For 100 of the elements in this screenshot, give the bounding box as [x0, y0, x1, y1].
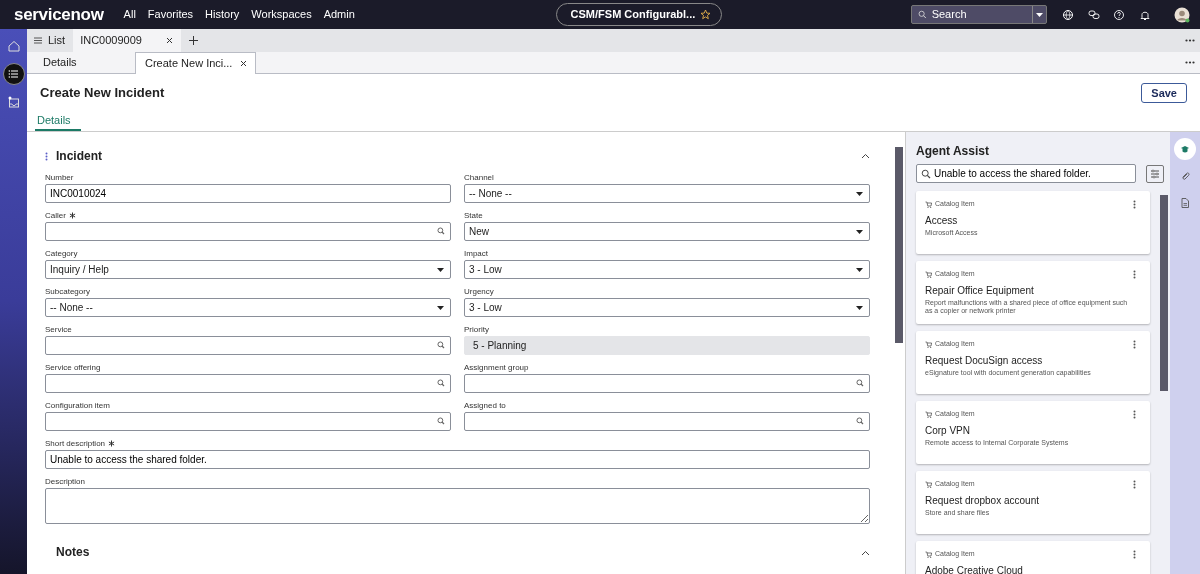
- search-icon: [921, 168, 931, 179]
- result-title: Repair Office Equipment: [925, 283, 1035, 298]
- chat-icon[interactable]: [1087, 8, 1100, 21]
- search-icon: [437, 417, 445, 425]
- input-field[interactable]: Unable to access the shared folder.: [45, 450, 870, 469]
- menu-link[interactable]: Favorites: [147, 6, 194, 23]
- lookup-field[interactable]: [464, 412, 870, 431]
- globe-icon[interactable]: [1062, 8, 1074, 21]
- dropdown-field[interactable]: -- None --: [464, 184, 870, 203]
- cart-icon: [925, 271, 932, 279]
- add-icon[interactable]: [189, 36, 199, 45]
- result-title: Corp VPN: [925, 423, 971, 438]
- record-tab[interactable]: Details: [27, 52, 135, 73]
- result-title: Request dropbox account: [925, 493, 1040, 508]
- menu-link[interactable]: Workspaces: [251, 6, 312, 23]
- field-label: Configuration item: [45, 400, 110, 411]
- dropdown-field[interactable]: -- None --: [45, 298, 451, 317]
- cart-icon: [925, 411, 932, 419]
- close-icon[interactable]: [240, 60, 248, 67]
- field-label: Description: [45, 476, 85, 487]
- text-area[interactable]: [45, 488, 870, 524]
- dropdown-field[interactable]: 3 - Low: [464, 260, 870, 279]
- close-icon[interactable]: [166, 37, 174, 44]
- more-icon[interactable]: [1133, 480, 1137, 490]
- search-input[interactable]: Unable to access the shared folder.: [934, 166, 1131, 182]
- more-icon[interactable]: [1133, 270, 1137, 280]
- lookup-field[interactable]: [464, 374, 870, 393]
- search-icon: [437, 341, 445, 349]
- lookup-field[interactable]: [45, 336, 451, 355]
- lookup-field[interactable]: [45, 412, 451, 431]
- field-label: Service: [45, 324, 72, 335]
- scrollbar-thumb[interactable]: [895, 147, 903, 343]
- save-button[interactable]: Save: [1141, 83, 1187, 103]
- filter-button[interactable]: [1146, 164, 1164, 183]
- star-icon[interactable]: [700, 9, 712, 20]
- record-tab[interactable]: Create New Inci...: [135, 52, 257, 74]
- menu-link[interactable]: History: [205, 6, 240, 23]
- field-label: Priority: [464, 324, 489, 335]
- field-label: Urgency: [464, 286, 494, 297]
- caret-icon: [856, 305, 863, 310]
- search-icon: [918, 9, 927, 20]
- cart-icon: [925, 481, 932, 489]
- inbox-icon: [6, 95, 21, 109]
- sidebar-button[interactable]: [2, 63, 25, 85]
- avatar-icon[interactable]: [1174, 6, 1190, 23]
- cart-icon: [925, 201, 932, 209]
- more-icon[interactable]: [1133, 200, 1137, 210]
- dropdown-field[interactable]: 3 - Low: [464, 298, 870, 317]
- chevron-up-icon[interactable]: [861, 549, 870, 556]
- more-icon[interactable]: [1184, 61, 1195, 64]
- field-label: Service offering: [45, 362, 101, 373]
- caret-icon: [856, 229, 863, 234]
- search-input[interactable]: Search: [931, 6, 1032, 23]
- result-title: Request DocuSign access: [925, 353, 1044, 368]
- field-label: Number: [45, 172, 74, 183]
- panel-title: Agent Assist: [916, 144, 990, 159]
- caret-icon: [856, 191, 863, 196]
- search-field[interactable]: Search: [911, 5, 1047, 24]
- field-label: Subcategory: [45, 286, 90, 297]
- readonly-field: 5 - Planning: [464, 336, 870, 355]
- lookup-field[interactable]: [45, 222, 451, 241]
- help-icon[interactable]: [1113, 8, 1125, 21]
- dropdown-button[interactable]: [1031, 6, 1046, 23]
- assist-icon: [1179, 143, 1191, 155]
- cart-icon: [925, 551, 932, 559]
- cart-icon: [925, 341, 932, 349]
- filter-icon: [1150, 168, 1160, 179]
- more-icon[interactable]: [1133, 410, 1137, 420]
- dropdown-field[interactable]: New: [464, 222, 870, 241]
- field-label: Channel: [464, 172, 494, 183]
- menu-link[interactable]: All: [123, 6, 136, 23]
- more-icon[interactable]: [1133, 340, 1137, 350]
- form-tab[interactable]: Details: [35, 112, 81, 131]
- menu-link[interactable]: Admin: [323, 6, 355, 23]
- scrollbar-thumb[interactable]: [1160, 195, 1169, 392]
- workspace-tab[interactable]: List: [27, 29, 74, 52]
- caret-icon: [1035, 12, 1043, 17]
- search-icon: [856, 379, 864, 387]
- more-icon[interactable]: [1133, 550, 1137, 560]
- page-title: Create New Incident: [40, 85, 165, 101]
- caret-icon: [437, 305, 444, 310]
- sidebar-button[interactable]: [1174, 138, 1196, 160]
- chevron-up-icon[interactable]: [861, 153, 870, 159]
- caret-icon: [437, 267, 444, 272]
- field-label: Assignment group: [464, 362, 529, 373]
- logo: servicenow: [14, 3, 104, 26]
- dropdown-field[interactable]: Inquiry / Help: [45, 260, 451, 279]
- workspace-tab[interactable]: INC0009009: [73, 29, 182, 52]
- search-icon: [437, 379, 445, 387]
- section-title: Notes: [56, 545, 91, 560]
- search-field[interactable]: Unable to access the shared folder.: [916, 164, 1136, 184]
- field-label: State: [464, 210, 483, 221]
- lookup-field[interactable]: [45, 374, 451, 393]
- input-field[interactable]: INC0010024: [45, 184, 451, 203]
- caret-icon: [856, 267, 863, 272]
- drag-handle-icon[interactable]: [45, 151, 48, 161]
- field-label: Category: [45, 248, 78, 259]
- field-label: Impact: [464, 248, 488, 259]
- result-title: Adobe Creative Cloud: [925, 563, 1024, 574]
- more-icon[interactable]: [1184, 39, 1195, 42]
